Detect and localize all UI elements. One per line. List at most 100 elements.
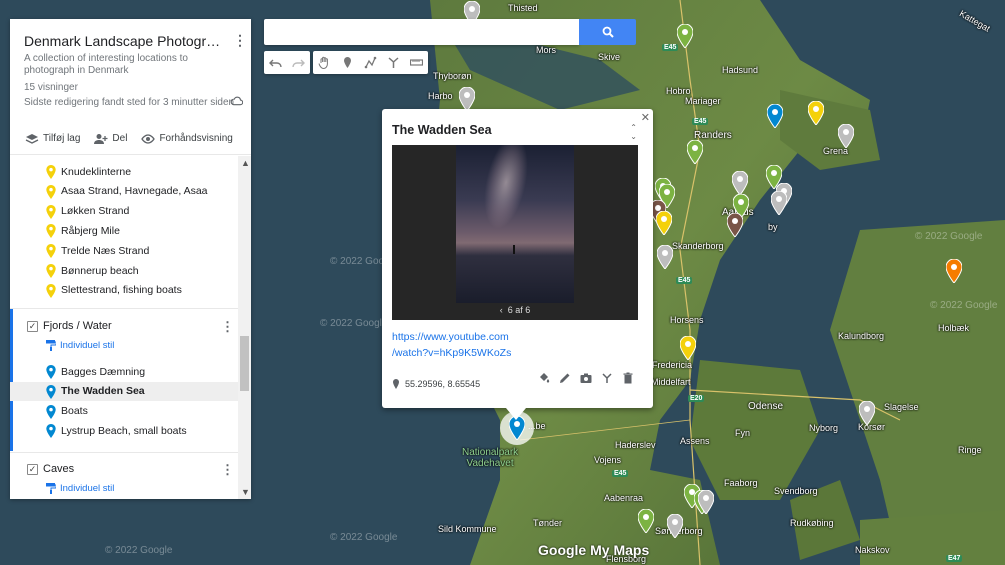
layer-style-label: Individuel stil <box>60 483 115 494</box>
layer-name[interactable]: Fjords / Water <box>43 320 112 332</box>
place-edit-tools <box>536 371 635 385</box>
list-item[interactable]: Råbjerg Mile <box>10 221 238 240</box>
map-pin[interactable] <box>638 509 654 533</box>
list-item[interactable]: Trelde Næs Strand <box>10 241 238 260</box>
map-pin[interactable] <box>838 124 854 148</box>
add-photo-button[interactable] <box>578 371 593 385</box>
map-pin[interactable] <box>732 171 748 195</box>
add-marker-button[interactable] <box>336 51 359 74</box>
list-item-label: The Wadden Sea <box>61 385 145 398</box>
panel-scrollbar[interactable]: ▲ ▼ <box>238 156 251 499</box>
map-pin[interactable] <box>946 259 962 283</box>
drawing-tools <box>313 51 428 74</box>
map-pin[interactable] <box>859 401 875 425</box>
edit-button[interactable] <box>557 371 572 385</box>
chevron-up-icon[interactable]: ⌃ <box>630 123 637 132</box>
map-watermark: © 2022 Google <box>320 318 388 329</box>
map-label: Horsens <box>670 315 704 325</box>
cloud-saved-icon <box>230 96 243 106</box>
style-button[interactable] <box>536 371 551 385</box>
list-item-label: Trelde Næs Strand <box>61 244 150 257</box>
scrollbar-thumb[interactable] <box>240 336 249 391</box>
search-input[interactable] <box>264 19 579 45</box>
layer-options-icon[interactable]: ⋮ <box>221 462 234 478</box>
list-item-label: Lystrup Beach, small boats <box>61 424 187 437</box>
map-pin[interactable] <box>771 191 787 215</box>
map-pin[interactable] <box>680 336 696 360</box>
map-title[interactable]: Denmark Landscape Photography... <box>24 33 224 49</box>
directions-button[interactable] <box>599 371 614 385</box>
google-my-maps-logo: Google My Maps <box>538 542 650 558</box>
delete-button[interactable] <box>620 371 635 385</box>
map-pin[interactable] <box>657 245 673 269</box>
directions-icon <box>601 373 612 383</box>
list-item-label: Knudeklinterne <box>61 165 132 178</box>
pan-tool-button[interactable] <box>313 51 336 74</box>
map-label: Vojens <box>594 455 622 465</box>
directions-button[interactable] <box>382 51 405 74</box>
list-item[interactable]: Boats <box>10 402 238 421</box>
list-item[interactable]: Bagges Dæmning <box>10 362 238 381</box>
map-pin[interactable] <box>459 87 475 111</box>
map-label: Holbæk <box>938 323 970 333</box>
link-line[interactable]: /watch?v=hKp9K5WKoZs <box>392 345 542 361</box>
share-button[interactable]: Del <box>94 133 127 145</box>
photo-counter-text: 6 af 6 <box>507 305 531 315</box>
map-label: Sild Kommune <box>438 524 497 534</box>
map-pin[interactable] <box>698 490 714 514</box>
place-link[interactable]: https://www.youtube.com /watch?v=hKp9K5W… <box>392 329 542 361</box>
search-button[interactable] <box>579 19 636 45</box>
list-item[interactable]: Knudeklinterne <box>10 162 238 181</box>
layer-visibility-checkbox[interactable]: ✓ <box>27 321 38 332</box>
scroll-down-icon[interactable]: ▼ <box>241 487 250 497</box>
map-pin[interactable] <box>808 101 824 125</box>
map-label: Aabenraa <box>604 493 644 503</box>
road-badge: E45 <box>662 44 679 51</box>
pencil-icon <box>559 373 569 383</box>
close-icon[interactable]: ✕ <box>641 111 650 124</box>
previous-photo-icon[interactable]: ‹ <box>500 305 503 315</box>
layer-options-icon[interactable]: ⋮ <box>221 319 234 335</box>
layer-style-link[interactable]: Individuel stil <box>46 483 114 494</box>
undo-button[interactable] <box>264 51 287 74</box>
chevron-down-icon[interactable]: ⌄ <box>630 132 637 141</box>
map-pin[interactable] <box>727 213 743 237</box>
map-label: Faaborg <box>724 478 758 488</box>
layer-header-fjords[interactable]: ✓ Fjords / Water ⋮ <box>10 309 238 345</box>
list-item[interactable]: Lystrup Beach, small boats <box>10 421 238 440</box>
preview-button[interactable]: Forhåndsvisning <box>141 133 233 145</box>
last-edit-status: Sidste redigering fandt sted for 3 minut… <box>24 97 235 108</box>
search-icon <box>602 26 614 38</box>
map-label: Tønder <box>533 518 563 528</box>
layer-name[interactable]: Caves <box>43 463 74 475</box>
redo-button[interactable] <box>287 51 310 74</box>
draw-line-button[interactable] <box>359 51 382 74</box>
measure-button[interactable] <box>405 51 428 74</box>
map-options-menu-icon[interactable]: ⋮ <box>233 32 247 48</box>
layer-header-caves[interactable]: ✓ Caves ⋮ <box>10 452 238 488</box>
list-item[interactable]: Asaa Strand, Havnegade, Asaa <box>10 182 238 201</box>
list-item[interactable]: Slettestrand, fishing boats <box>10 281 238 300</box>
link-line[interactable]: https://www.youtube.com <box>392 329 542 345</box>
scroll-up-icon[interactable]: ▲ <box>241 158 250 168</box>
list-item-label: Bagges Dæmning <box>61 365 146 378</box>
map-pin[interactable] <box>677 24 693 48</box>
list-item-label: Bønnerup beach <box>61 264 139 277</box>
map-label: Thisted <box>508 3 538 13</box>
place-photo[interactable] <box>456 145 574 303</box>
map-pin[interactable] <box>656 211 672 235</box>
layer-visibility-checkbox[interactable]: ✓ <box>27 464 38 475</box>
add-layer-button[interactable]: Tilføj lag <box>25 133 80 145</box>
polyline-icon <box>364 56 377 69</box>
list-item[interactable]: The Wadden Sea <box>10 381 238 401</box>
map-label: Middelfart <box>651 377 691 387</box>
info-scroll-arrows[interactable]: ⌃ ⌄ <box>630 123 637 141</box>
list-item[interactable]: Bønnerup beach <box>10 261 238 280</box>
layer-style-label: Individuel stil <box>60 340 115 351</box>
map-pin[interactable] <box>767 104 783 128</box>
list-item[interactable]: Løkken Strand <box>10 202 238 221</box>
map-pin[interactable] <box>667 514 683 538</box>
layer-style-link[interactable]: Individuel stil <box>46 340 114 351</box>
map-pin[interactable] <box>687 140 703 164</box>
layers-icon <box>25 133 39 144</box>
